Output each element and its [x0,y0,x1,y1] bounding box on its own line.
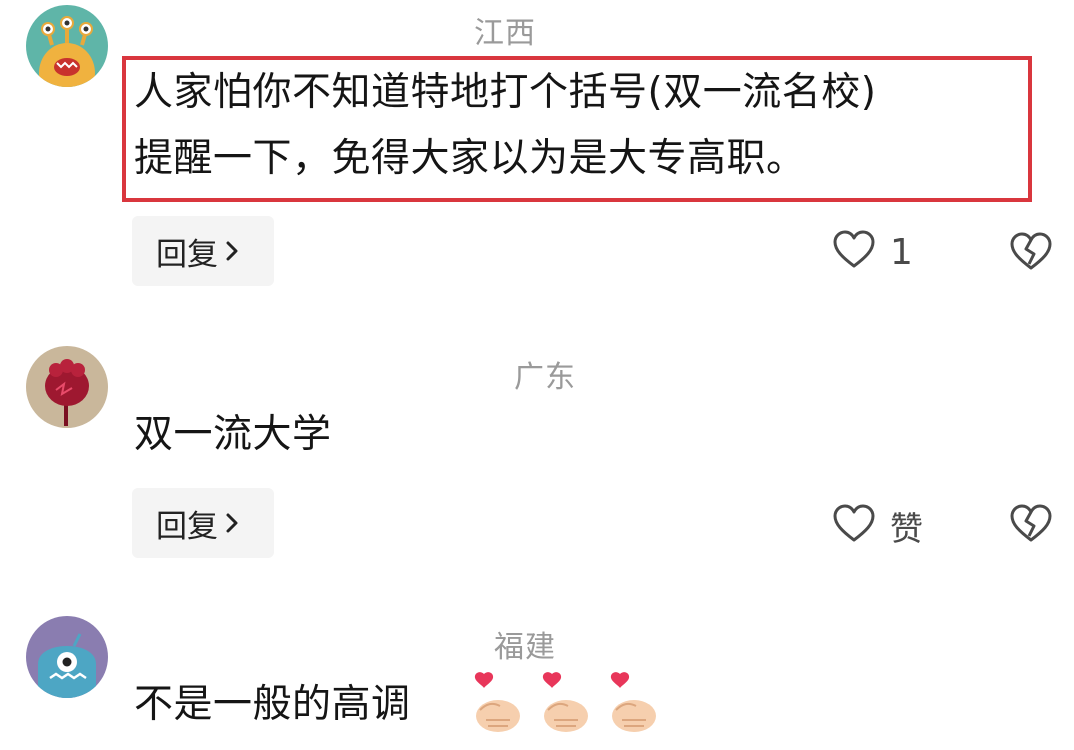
comment-text-line-2: 提醒一下，免得大家以为是大专高职。 [134,136,806,181]
finger-heart-emoji [606,670,658,734]
like-count: 赞 [890,509,923,548]
comment-location: 江西 [474,16,536,51]
finger-heart-emoji [538,670,590,734]
comment-text-line-1: 不是一般的高调 [134,682,411,727]
broken-heart-icon[interactable] [1009,504,1053,548]
finger-heart-emoji [470,670,522,734]
heart-outline-icon [832,230,876,274]
like-button[interactable]: 赞 [832,502,923,550]
comment-text-line-1: 人家怕你不知道特地打个括号(双一流名校) [134,70,877,115]
reply-button[interactable]: 回复 [132,216,274,286]
chevron-right-icon [224,240,240,262]
reply-label: 回复 [156,508,218,545]
comment-location: 福建 [494,630,556,665]
heart-outline-icon [832,504,876,548]
avatar[interactable] [26,616,108,698]
like-count: 1 [890,231,913,273]
broken-heart-icon[interactable] [1009,232,1053,276]
avatar[interactable] [26,346,108,428]
chevron-right-icon [224,512,240,534]
comment-location: 广东 [514,360,576,395]
avatar[interactable] [26,5,108,87]
like-button[interactable]: 1 [832,230,913,274]
reply-button[interactable]: 回复 [132,488,274,558]
comment-text-line-1: 双一流大学 [134,412,332,457]
reply-label: 回复 [156,236,218,273]
